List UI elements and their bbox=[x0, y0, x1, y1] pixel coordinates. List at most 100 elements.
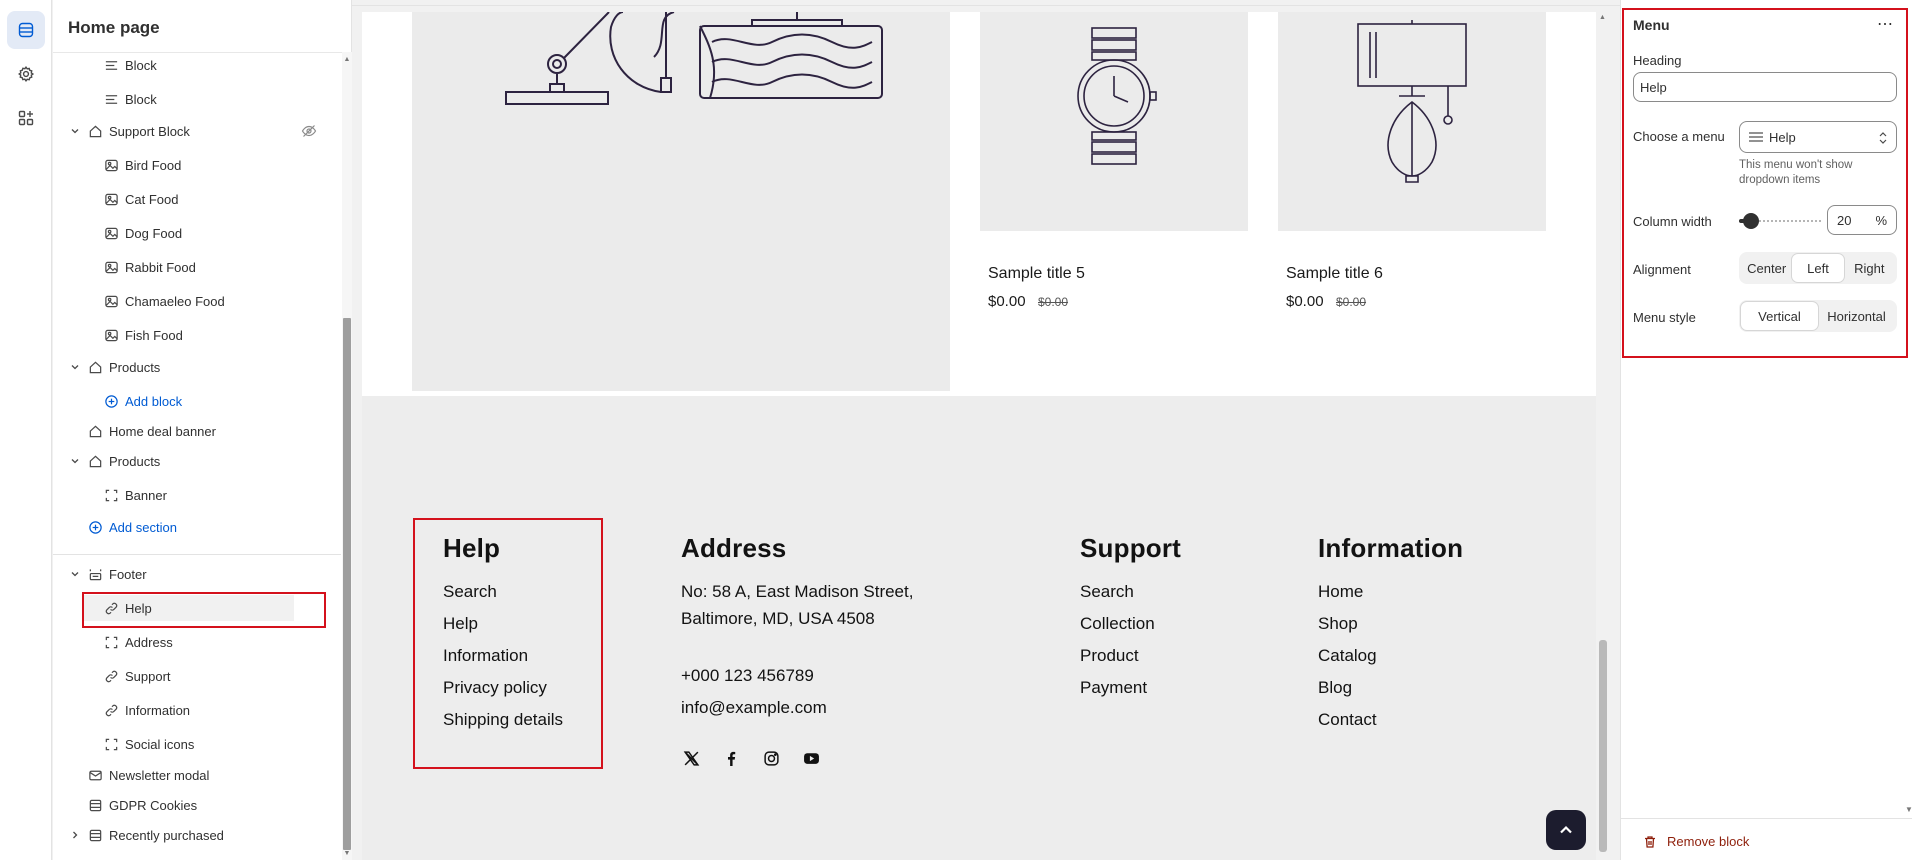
tree-section-footer[interactable]: Footer bbox=[87, 561, 147, 587]
tree-item-label: Rabbit Food bbox=[125, 259, 196, 275]
canvas-scrollbar[interactable]: ▲ bbox=[1596, 12, 1610, 860]
chevron-down-icon[interactable] bbox=[69, 568, 81, 580]
footer-link[interactable]: Catalog bbox=[1318, 646, 1377, 666]
x-icon[interactable] bbox=[681, 748, 701, 768]
link-icon bbox=[103, 668, 119, 684]
tree-item-label: Address bbox=[125, 634, 173, 650]
facebook-icon[interactable] bbox=[721, 748, 741, 768]
apps-icon[interactable] bbox=[7, 99, 45, 137]
product-price: $0.00 bbox=[988, 293, 1026, 310]
tree-section-support-block[interactable]: Support Block bbox=[87, 118, 190, 144]
canvas-scroll-thumb[interactable] bbox=[1599, 640, 1607, 852]
tree-item-banner[interactable]: Banner bbox=[103, 482, 167, 508]
footer-help-heading: Help bbox=[443, 533, 501, 563]
chevron-right-icon[interactable] bbox=[69, 829, 81, 841]
product-title[interactable]: Sample title 6 bbox=[1286, 265, 1383, 283]
tree-section-recently-purchased[interactable]: Recently purchased bbox=[87, 822, 224, 848]
tree-item-block[interactable]: Block bbox=[103, 52, 157, 78]
footer-link[interactable]: Information bbox=[443, 646, 528, 666]
lamp-and-decor-illustration bbox=[505, 12, 883, 105]
address-email[interactable]: info@example.com bbox=[681, 698, 827, 718]
product-image-large[interactable] bbox=[412, 12, 950, 391]
tree-item-address[interactable]: Address bbox=[103, 629, 173, 655]
tree-section-newsletter-modal[interactable]: Newsletter modal bbox=[87, 762, 209, 788]
product-compare-price: $0.00 bbox=[1336, 295, 1367, 309]
product-title[interactable]: Sample title 5 bbox=[988, 265, 1085, 283]
chevron-down-icon[interactable] bbox=[69, 125, 81, 137]
add-section-button[interactable]: Add section bbox=[87, 514, 177, 540]
image-icon bbox=[103, 293, 119, 309]
footer-link[interactable]: Payment bbox=[1080, 678, 1147, 698]
add-section-label: Add section bbox=[109, 519, 177, 535]
product-image-lamp[interactable] bbox=[1278, 12, 1546, 231]
divider bbox=[1621, 818, 1912, 819]
tree-item-label: Block bbox=[125, 91, 157, 107]
footer-link[interactable]: Home bbox=[1318, 582, 1363, 602]
product-image-watch[interactable] bbox=[980, 12, 1248, 231]
footer-link[interactable]: Blog bbox=[1318, 678, 1352, 698]
tree-item-label: Support Block bbox=[109, 123, 190, 139]
tree-item-cat-food[interactable]: Cat Food bbox=[103, 186, 178, 212]
add-block-button[interactable]: Add block bbox=[103, 388, 182, 414]
footer-link[interactable]: Product bbox=[1080, 646, 1139, 666]
chevron-down-icon[interactable] bbox=[69, 361, 81, 373]
section-icon bbox=[87, 123, 103, 139]
footer-link[interactable]: Help bbox=[443, 614, 478, 634]
tree-item-label: Footer bbox=[109, 566, 147, 582]
tree-item-chamaeleo-food[interactable]: Chamaeleo Food bbox=[103, 288, 225, 314]
plus-circle-icon bbox=[103, 393, 119, 409]
tree-item-social-icons[interactable]: Social icons bbox=[103, 731, 194, 757]
footer-link[interactable]: Privacy policy bbox=[443, 678, 547, 698]
tree-item-bird-food[interactable]: Bird Food bbox=[103, 152, 181, 178]
sections-icon[interactable] bbox=[7, 11, 45, 49]
youtube-icon[interactable] bbox=[801, 748, 821, 768]
footer-link[interactable]: Collection bbox=[1080, 614, 1155, 634]
tree-section-home-deal-banner[interactable]: Home deal banner bbox=[87, 418, 216, 444]
scroll-down-arrow[interactable]: ▼ bbox=[343, 850, 351, 858]
chevron-down-icon[interactable] bbox=[69, 455, 81, 467]
image-icon bbox=[103, 259, 119, 275]
product-price: $0.00 bbox=[1286, 293, 1324, 310]
tree-item-label: Banner bbox=[125, 487, 167, 503]
tree-item-rabbit-food[interactable]: Rabbit Food bbox=[103, 254, 196, 280]
tree-section-gdpr-cookies[interactable]: GDPR Cookies bbox=[87, 792, 197, 818]
tree-item-dog-food[interactable]: Dog Food bbox=[103, 220, 182, 246]
footer-link[interactable]: Contact bbox=[1318, 710, 1377, 730]
instagram-icon[interactable] bbox=[761, 748, 781, 768]
scroll-up-arrow[interactable]: ▲ bbox=[1599, 14, 1606, 21]
watch-illustration bbox=[1077, 27, 1157, 165]
sections-sidebar: Home page Block Block Support Block Bird… bbox=[53, 0, 352, 860]
footer-link[interactable]: Search bbox=[1080, 582, 1134, 602]
footer-link[interactable]: Shop bbox=[1318, 614, 1358, 634]
table-lamp-illustration bbox=[1357, 20, 1467, 183]
tree-section-products[interactable]: Products bbox=[87, 354, 160, 380]
sidebar-scroll-thumb[interactable] bbox=[343, 318, 351, 850]
footer-link[interactable]: Search bbox=[443, 582, 497, 602]
product-compare-price: $0.00 bbox=[1038, 295, 1069, 309]
sidebar-scrollbar[interactable]: ▲ ▼ bbox=[342, 52, 352, 860]
scroll-down-arrow[interactable]: ▼ bbox=[1905, 805, 1912, 814]
address-phone[interactable]: +000 123 456789 bbox=[681, 666, 814, 686]
settings-gear-icon[interactable] bbox=[7, 55, 45, 93]
tree-item-support[interactable]: Support bbox=[103, 663, 171, 689]
image-icon bbox=[103, 225, 119, 241]
app-rail bbox=[0, 0, 52, 860]
section-tree: Block Block Support Block Bird Food Cat … bbox=[53, 52, 341, 860]
scroll-up-arrow[interactable]: ▲ bbox=[343, 56, 351, 64]
remove-block-button[interactable]: Remove block bbox=[1643, 834, 1749, 849]
tree-item-information[interactable]: Information bbox=[103, 697, 190, 723]
address-line: Baltimore, MD, USA 4508 bbox=[681, 609, 875, 628]
tree-item-fish-food[interactable]: Fish Food bbox=[103, 322, 183, 348]
tree-item-block[interactable]: Block bbox=[103, 86, 157, 112]
image-icon bbox=[103, 327, 119, 343]
footer-support-heading: Support bbox=[1080, 533, 1182, 563]
back-to-top-button[interactable] bbox=[1546, 810, 1586, 850]
eye-hidden-icon[interactable] bbox=[301, 123, 317, 139]
site-footer: Help Search Help Information Privacy pol… bbox=[362, 396, 1596, 860]
add-block-label: Add block bbox=[125, 393, 183, 409]
footer-link[interactable]: Shipping details bbox=[443, 710, 563, 730]
tree-item-label: Newsletter modal bbox=[109, 767, 210, 783]
text-lines-icon bbox=[103, 57, 119, 73]
tree-section-products[interactable]: Products bbox=[87, 448, 160, 474]
frame-icon bbox=[103, 487, 119, 503]
